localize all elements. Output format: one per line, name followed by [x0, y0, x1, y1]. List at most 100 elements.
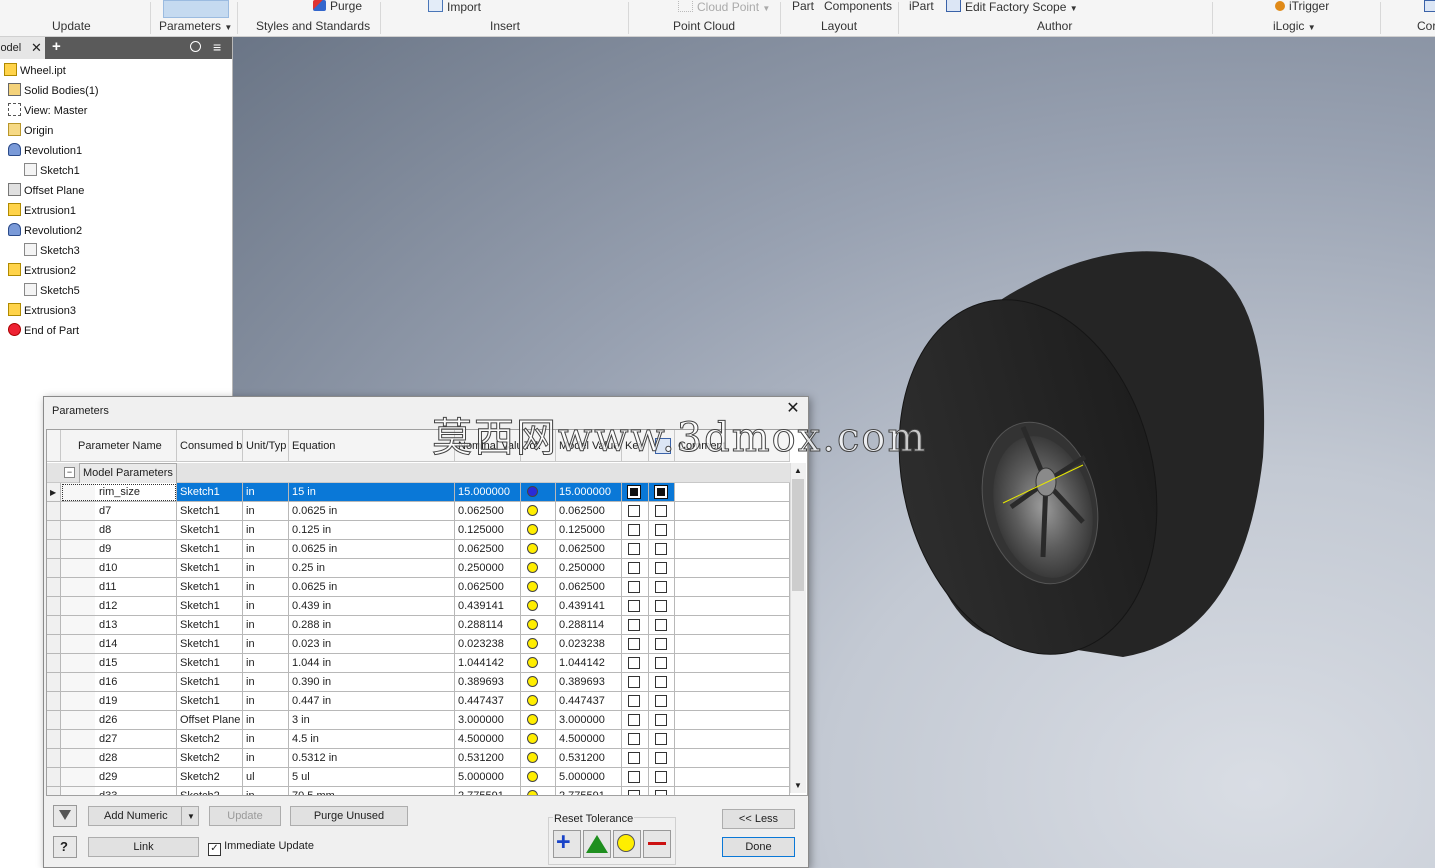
comment-cell[interactable]	[675, 616, 790, 635]
tolerance-indicator-icon[interactable]	[527, 562, 538, 573]
table-row[interactable]: d12 Sketch1 in 0.439 in 0.439141 0.439141	[47, 597, 790, 616]
tolerance-indicator-icon[interactable]	[527, 695, 538, 706]
row-indicator[interactable]: ▶	[47, 483, 61, 502]
export-cell[interactable]	[649, 768, 675, 787]
comment-cell[interactable]	[675, 692, 790, 711]
key-cell[interactable]	[622, 654, 649, 673]
table-row[interactable]: d27 Sketch2 in 4.5 in 4.500000 4.500000	[47, 730, 790, 749]
parameter-name-cell[interactable]: d19	[61, 692, 177, 711]
immediate-update-checkbox[interactable]: ✓ Immediate Update	[208, 840, 314, 856]
parameter-name-cell[interactable]: d26	[61, 711, 177, 730]
tolerance-indicator-icon[interactable]	[527, 505, 538, 516]
purge-unused-button[interactable]: Purge Unused	[290, 806, 408, 826]
tolerance-median-button[interactable]	[583, 830, 611, 858]
tolerance-cell[interactable]	[521, 597, 556, 616]
export-checkbox[interactable]	[655, 581, 667, 593]
comment-cell[interactable]	[675, 540, 790, 559]
export-cell[interactable]	[649, 616, 675, 635]
equation-cell[interactable]: 0.5312 in	[289, 749, 455, 768]
search-icon[interactable]	[190, 41, 201, 52]
export-cell[interactable]	[649, 692, 675, 711]
key-checkbox[interactable]	[627, 485, 641, 499]
export-cell[interactable]	[649, 559, 675, 578]
export-checkbox[interactable]	[655, 676, 667, 688]
tolerance-indicator-icon[interactable]	[527, 790, 538, 795]
browser-item-wheel-ipt[interactable]: Wheel.ipt	[4, 61, 66, 81]
close-icon[interactable]: ✕	[31, 37, 42, 59]
export-checkbox[interactable]	[655, 562, 667, 574]
comment-cell[interactable]	[675, 597, 790, 616]
browser-item-offset-plane[interactable]: Offset Plane	[8, 181, 84, 201]
header-parameter-name[interactable]: Parameter Name	[61, 430, 177, 462]
unit-cell[interactable]: in	[243, 730, 289, 749]
unit-cell[interactable]: in	[243, 673, 289, 692]
tolerance-cell[interactable]	[521, 616, 556, 635]
export-cell[interactable]	[649, 597, 675, 616]
key-cell[interactable]	[622, 635, 649, 654]
comment-cell[interactable]	[675, 654, 790, 673]
export-cell[interactable]	[649, 635, 675, 654]
browser-item-extrusion1[interactable]: Extrusion1	[8, 201, 76, 221]
key-checkbox[interactable]	[628, 543, 640, 555]
table-row[interactable]: d9 Sketch1 in 0.0625 in 0.062500 0.062500	[47, 540, 790, 559]
equation-cell[interactable]: 0.023 in	[289, 635, 455, 654]
import-button[interactable]: Import	[428, 0, 481, 14]
browser-item-extrusion2[interactable]: Extrusion2	[8, 261, 76, 281]
ribbon-group-convert[interactable]: Cor	[1417, 19, 1435, 33]
comment-cell[interactable]	[675, 635, 790, 654]
browser-item-view-master[interactable]: View: Master	[8, 101, 87, 121]
help-button[interactable]: ?	[53, 836, 77, 858]
key-checkbox[interactable]	[628, 524, 640, 536]
comment-cell[interactable]	[675, 521, 790, 540]
row-indicator[interactable]	[47, 616, 61, 635]
parameter-name-cell[interactable]: d13	[61, 616, 177, 635]
export-checkbox[interactable]	[655, 638, 667, 650]
itrigger-button[interactable]: iTrigger	[1275, 0, 1329, 13]
row-indicator[interactable]	[47, 654, 61, 673]
tolerance-indicator-icon[interactable]	[527, 619, 538, 630]
export-cell[interactable]	[649, 540, 675, 559]
header-indicator[interactable]	[47, 430, 61, 462]
row-indicator[interactable]	[47, 673, 61, 692]
parameter-name-cell[interactable]: d15	[61, 654, 177, 673]
parameter-name-cell[interactable]: d27	[61, 730, 177, 749]
parameter-name-cell[interactable]: d16	[61, 673, 177, 692]
ribbon-group-insert[interactable]: Insert	[490, 19, 520, 33]
comment-cell[interactable]	[675, 711, 790, 730]
key-checkbox[interactable]	[628, 733, 640, 745]
equation-cell[interactable]: 0.288 in	[289, 616, 455, 635]
convert-icon[interactable]	[1424, 0, 1435, 12]
tolerance-indicator-icon[interactable]	[527, 714, 538, 725]
key-cell[interactable]	[622, 483, 649, 502]
key-cell[interactable]	[622, 749, 649, 768]
scroll-thumb[interactable]	[792, 479, 804, 591]
scroll-up-icon[interactable]: ▲	[794, 466, 802, 475]
key-checkbox[interactable]	[628, 638, 640, 650]
key-checkbox[interactable]	[628, 562, 640, 574]
ribbon-group-ilogic[interactable]: iLogic ▼	[1273, 19, 1316, 33]
export-checkbox[interactable]	[655, 657, 667, 669]
tolerance-indicator-icon[interactable]	[527, 771, 538, 782]
unit-cell[interactable]: in	[243, 616, 289, 635]
part-button[interactable]: Part	[792, 0, 814, 13]
header-model-value[interactable]: Model Value	[556, 430, 622, 462]
header-consumed-by[interactable]: Consumed b	[177, 430, 243, 462]
table-row[interactable]: d10 Sketch1 in 0.25 in 0.250000 0.250000	[47, 559, 790, 578]
browser-item-solid-bodies-1[interactable]: Solid Bodies(1)	[8, 81, 99, 101]
tolerance-indicator-icon[interactable]	[527, 543, 538, 554]
tolerance-cell[interactable]	[521, 711, 556, 730]
tolerance-indicator-icon[interactable]	[527, 676, 538, 687]
ribbon-group-update[interactable]: Update	[52, 19, 91, 33]
key-checkbox[interactable]	[628, 619, 640, 631]
unit-cell[interactable]: in	[243, 692, 289, 711]
key-checkbox[interactable]	[628, 676, 640, 688]
export-checkbox[interactable]	[655, 771, 667, 783]
parameter-name-cell[interactable]: d33	[61, 787, 177, 795]
export-cell[interactable]	[649, 711, 675, 730]
export-checkbox[interactable]	[655, 524, 667, 536]
export-checkbox[interactable]	[654, 485, 668, 499]
table-row[interactable]: d8 Sketch1 in 0.125 in 0.125000 0.125000	[47, 521, 790, 540]
table-row[interactable]: d14 Sketch1 in 0.023 in 0.023238 0.023238	[47, 635, 790, 654]
menu-icon[interactable]: ≡	[213, 39, 221, 55]
row-indicator[interactable]	[47, 787, 61, 795]
